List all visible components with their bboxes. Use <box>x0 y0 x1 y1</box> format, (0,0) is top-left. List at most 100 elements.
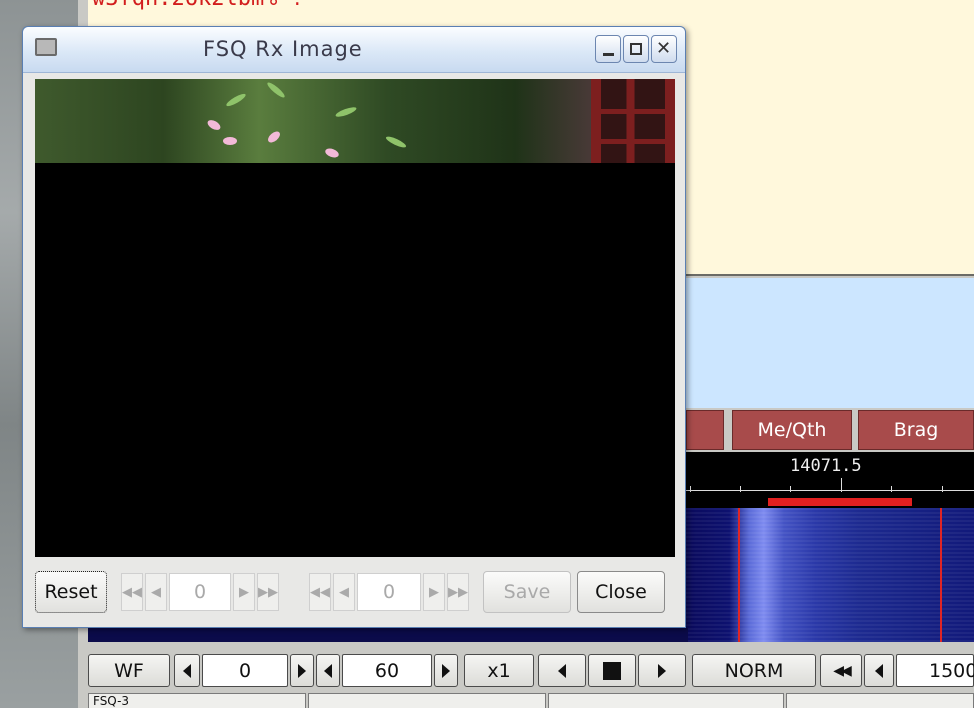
value-field[interactable]: 0 <box>202 654 288 687</box>
rx-text-line: w3fqn:26k2lbm% ! <box>92 0 304 11</box>
double-right-arrow-icon: ▶▶ <box>448 584 468 600</box>
frequency-ruler[interactable]: 14071.5 <box>686 452 974 508</box>
left-arrow-icon <box>324 663 332 678</box>
right-arrow-icon: ▶ <box>239 584 249 600</box>
left-arrow-icon: ◀ <box>151 584 161 600</box>
minimize-button[interactable] <box>595 35 621 63</box>
ruler-tick <box>740 486 741 492</box>
increase-button[interactable] <box>290 654 314 687</box>
macro-button-1[interactable] <box>686 410 724 450</box>
increase-button[interactable] <box>434 654 458 687</box>
double-left-arrow-icon: ◀◀ <box>310 584 330 600</box>
minimize-icon <box>603 53 614 56</box>
image-detail <box>224 91 248 109</box>
zoom-label: x1 <box>487 659 511 682</box>
macro-button-me-qth[interactable]: Me/Qth <box>732 410 852 450</box>
step-right-button[interactable]: ▶ <box>423 573 445 611</box>
status-field <box>786 693 974 708</box>
received-image-partial <box>35 79 675 163</box>
status-field <box>308 693 546 708</box>
right-arrow-icon <box>658 663 666 678</box>
status-mode-text: FSQ-3 <box>93 694 130 708</box>
bandwidth-marker <box>768 498 912 506</box>
decrease-button[interactable] <box>316 654 340 687</box>
left-arrow-icon <box>558 663 566 678</box>
ruler-tick <box>891 486 892 492</box>
window-menu-icon[interactable] <box>35 38 57 56</box>
right-arrow-icon <box>298 663 306 678</box>
image-detail <box>591 79 675 163</box>
received-image-canvas <box>35 79 675 557</box>
image-detail <box>334 105 358 119</box>
fast-rewind-button[interactable]: ◀◀ <box>309 573 331 611</box>
maximize-button[interactable] <box>623 35 649 63</box>
dialog-title: FSQ Rx Image <box>203 37 363 61</box>
save-button[interactable]: Save <box>483 571 571 613</box>
macro-label: Me/Qth <box>757 419 827 441</box>
counter-value: 0 <box>193 581 207 603</box>
counter-value: 0 <box>382 581 396 603</box>
image-detail <box>205 118 223 132</box>
wf-mode-label: WF <box>114 659 144 682</box>
close-label: Close <box>595 581 647 603</box>
close-button[interactable]: Close <box>577 571 665 613</box>
decrease-button[interactable] <box>174 654 200 687</box>
ruler-tick <box>790 486 791 492</box>
audio-frequency-field[interactable]: 1500 <box>896 654 974 687</box>
fast-rewind-button[interactable]: ◀◀ <box>820 654 862 687</box>
norm-button[interactable]: NORM <box>692 654 816 687</box>
range-text: 60 <box>374 659 400 682</box>
counter-field-b[interactable]: 0 <box>357 573 421 611</box>
scroll-left-button[interactable] <box>538 654 586 687</box>
norm-label: NORM <box>724 659 784 682</box>
dialog-titlebar[interactable]: FSQ Rx Image ✕ <box>23 27 685 73</box>
maximize-icon <box>630 43 642 55</box>
left-arrow-icon <box>875 663 883 678</box>
double-left-arrow-icon: ◀◀ <box>833 662 851 679</box>
status-field <box>548 693 784 708</box>
wf-mode-button[interactable]: WF <box>88 654 170 687</box>
ruler-tick <box>690 486 691 492</box>
fast-forward-button[interactable]: ▶▶ <box>257 573 279 611</box>
step-left-button[interactable]: ◀ <box>145 573 167 611</box>
counter-field-a[interactable]: 0 <box>169 573 231 611</box>
range-field[interactable]: 60 <box>342 654 432 687</box>
value-text: 0 <box>238 659 252 682</box>
step-left-button[interactable] <box>864 654 894 687</box>
cursor-line <box>940 508 942 642</box>
waterfall-strip <box>88 628 688 642</box>
zoom-button[interactable]: x1 <box>464 654 534 687</box>
double-left-arrow-icon: ◀◀ <box>122 584 142 600</box>
step-left-button[interactable]: ◀ <box>333 573 355 611</box>
right-arrow-icon: ▶ <box>429 584 439 600</box>
image-detail <box>384 134 408 150</box>
left-arrow-icon <box>183 663 191 678</box>
image-detail <box>591 139 675 144</box>
waterfall-display[interactable] <box>686 508 974 642</box>
scroll-right-button[interactable] <box>638 654 686 687</box>
close-window-button[interactable]: ✕ <box>651 35 677 63</box>
right-arrow-icon <box>442 663 450 678</box>
stop-button[interactable] <box>588 654 636 687</box>
audio-frequency-text: 1500 <box>929 659 974 682</box>
image-detail <box>591 109 675 114</box>
fast-rewind-button[interactable]: ◀◀ <box>121 573 143 611</box>
double-right-arrow-icon: ▶▶ <box>258 584 278 600</box>
status-mode: FSQ-3 <box>88 693 306 708</box>
ruler-frequency-label: 14071.5 <box>790 456 862 476</box>
ruler-tick-major <box>841 478 842 492</box>
image-detail <box>324 146 340 160</box>
ruler-baseline <box>686 490 974 491</box>
reset-button[interactable]: Reset <box>35 571 107 613</box>
macro-label: Brag <box>893 419 939 441</box>
macro-button-brag[interactable]: Brag <box>858 410 974 450</box>
ruler-tick <box>942 486 943 492</box>
cursor-line <box>738 508 740 642</box>
stop-icon <box>603 661 621 680</box>
image-detail <box>266 129 282 145</box>
step-right-button[interactable]: ▶ <box>233 573 255 611</box>
fast-forward-button[interactable]: ▶▶ <box>447 573 469 611</box>
save-label: Save <box>503 581 551 603</box>
close-icon: ✕ <box>656 38 672 59</box>
fsq-rx-image-dialog: FSQ Rx Image ✕ Reset ◀◀ ◀ 0 ▶ ▶▶ ◀◀ ◀ 0 … <box>22 26 686 628</box>
